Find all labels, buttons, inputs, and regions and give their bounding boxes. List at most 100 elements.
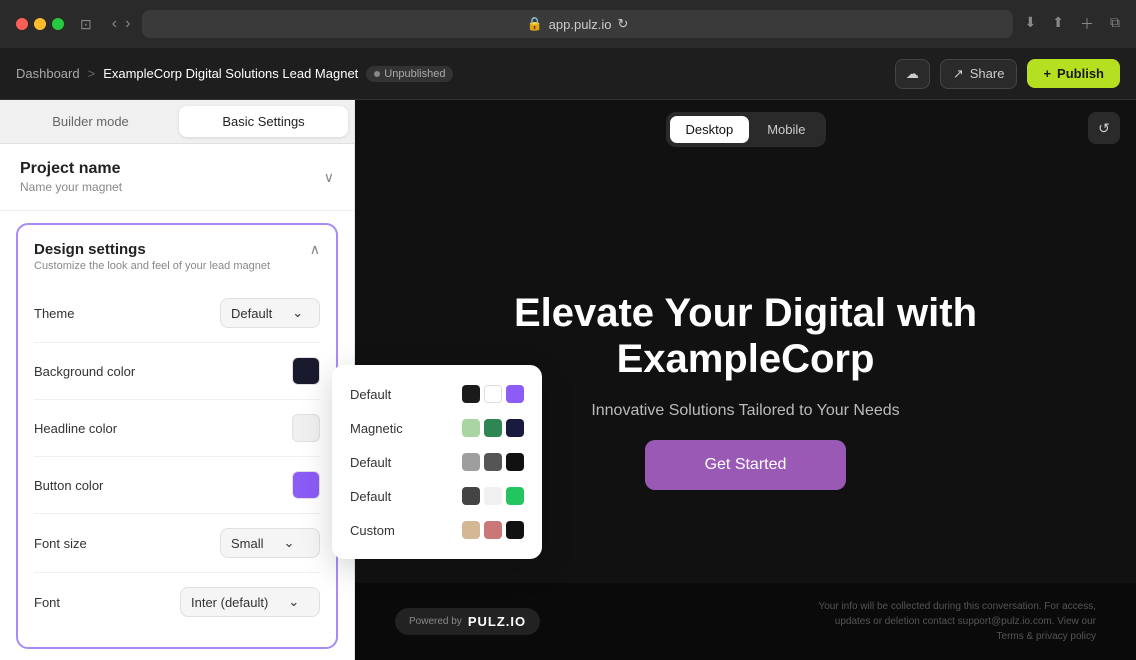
swatch-1 [462,419,480,437]
font-size-label: Font size [34,536,87,551]
button-color-label: Button color [34,478,103,493]
status-dot [374,71,380,77]
address-bar[interactable]: 🔒 app.pulz.io ↻ [142,10,1012,38]
theme-dropdown[interactable]: Default ⌄ [220,298,320,328]
button-color-swatch[interactable] [292,471,320,499]
preview-subheadline: Innovative Solutions Tailored to Your Ne… [591,402,899,420]
theme-option-label: Custom [350,523,395,538]
powered-text: Powered by [409,616,462,627]
cloud-button[interactable]: ☁ [895,59,930,89]
theme-swatches [462,521,524,539]
background-color-label: Background color [34,364,135,379]
powered-by-badge: Powered by PULZ.IO [395,608,540,635]
preview-cta-button[interactable]: Get Started [645,440,847,490]
windows-icon[interactable]: ⧉ [1110,14,1120,34]
app-toolbar: Dashboard > ExampleCorp Digital Solution… [0,48,1136,100]
forward-button[interactable]: › [125,15,130,33]
left-panel: Builder mode Basic Settings Project name… [0,100,355,660]
breadcrumb: Dashboard > ExampleCorp Digital Solution… [16,66,453,82]
minimize-traffic-light[interactable] [34,18,46,30]
headline-color-row: Headline color [34,400,320,457]
share-icon[interactable]: ⬆ [1052,14,1064,34]
button-color-row: Button color [34,457,320,514]
project-chevron-icon[interactable]: ∨ [324,169,334,186]
share-label: Share [970,66,1005,81]
font-chevron-icon: ⌄ [288,594,299,610]
swatch-2 [484,419,502,437]
preview-footer: Powered by PULZ.IO Your info will be col… [355,583,1136,660]
swatch-3 [506,487,524,505]
theme-swatches [462,453,524,471]
swatch-3 [506,385,524,403]
project-name-section: Project name Name your magnet ∨ [0,144,354,211]
tab-builder-mode[interactable]: Builder mode [6,106,175,137]
theme-option-custom[interactable]: Custom [344,513,530,547]
status-badge: Unpublished [366,66,453,82]
url-text: app.pulz.io [549,17,612,32]
font-row: Font Inter (default) ⌄ [34,573,320,631]
back-button[interactable]: ‹ [112,15,117,33]
share-icon: ↗ [953,66,964,82]
font-size-chevron-icon: ⌄ [284,535,295,551]
preview-privacy-text: Your info will be collected during this … [816,599,1096,644]
brand-name: PULZ.IO [468,614,526,629]
background-color-swatch[interactable] [292,357,320,385]
headline-color-swatch[interactable] [292,414,320,442]
dashboard-link[interactable]: Dashboard [16,66,80,81]
refresh-button[interactable]: ↺ [1088,112,1120,144]
swatch-2 [484,487,502,505]
theme-swatches [462,385,524,403]
design-section-subtitle: Customize the look and feel of your lead… [34,260,270,272]
browser-nav: ‹ › [112,15,131,33]
project-section-header: Project name Name your magnet ∨ [20,160,334,194]
theme-option-label: Default [350,455,391,470]
publish-plus-icon: + [1043,66,1051,81]
theme-option-default-1[interactable]: Default [344,377,530,411]
project-section-text: Project name Name your magnet [20,160,122,194]
close-traffic-light[interactable] [16,18,28,30]
project-name-breadcrumb: ExampleCorp Digital Solutions Lead Magne… [103,66,358,81]
font-size-row: Font size Small ⌄ [34,514,320,573]
preview-toolbar: Desktop Mobile [666,112,826,147]
share-button[interactable]: ↗ Share [940,59,1018,89]
preview-headline: Elevate Your Digital with ExampleCorp [466,290,1026,382]
font-size-dropdown[interactable]: Small ⌄ [220,528,320,558]
design-chevron-icon[interactable]: ∧ [310,241,320,258]
cloud-icon: ☁ [906,66,919,81]
refresh-icon: ↻ [618,16,629,32]
design-section-title: Design settings [34,241,270,258]
download-icon[interactable]: ⬇ [1025,14,1037,34]
font-label: Font [34,595,60,610]
tab-basic-settings[interactable]: Basic Settings [179,106,348,137]
theme-setting-row: Theme Default ⌄ [34,284,320,343]
swatch-3 [506,521,524,539]
breadcrumb-separator: > [88,66,96,81]
swatch-1 [462,453,480,471]
theme-option-label: Magnetic [350,421,403,436]
swatch-1 [462,487,480,505]
font-dropdown[interactable]: Inter (default) ⌄ [180,587,320,617]
panel-tabs: Builder mode Basic Settings [0,100,354,144]
tab-mobile[interactable]: Mobile [751,116,821,143]
publish-button[interactable]: + Publish [1027,59,1120,88]
swatch-1 [462,521,480,539]
fullscreen-traffic-light[interactable] [52,18,64,30]
browser-chrome: ⊡ ‹ › 🔒 app.pulz.io ↻ ⬇ ⬆ ＋ ⧉ [0,0,1136,48]
sidebar-toggle[interactable]: ⊡ [80,16,92,33]
headline-color-label: Headline color [34,421,117,436]
theme-option-magnetic[interactable]: Magnetic [344,411,530,445]
swatch-2 [484,453,502,471]
publish-label: Publish [1057,66,1104,81]
theme-option-default-3[interactable]: Default [344,479,530,513]
theme-chevron-icon: ⌄ [292,305,303,321]
toolbar-actions: ☁ ↗ Share + Publish [895,59,1120,89]
theme-option-label: Default [350,387,391,402]
design-section-header: Design settings Customize the look and f… [34,241,270,272]
background-color-row: Background color [34,343,320,400]
font-value: Inter (default) [191,595,268,610]
new-tab-icon[interactable]: ＋ [1080,14,1094,34]
tab-desktop[interactable]: Desktop [670,116,750,143]
main-layout: Builder mode Basic Settings Project name… [0,100,1136,660]
theme-option-label: Default [350,489,391,504]
theme-option-default-2[interactable]: Default [344,445,530,479]
